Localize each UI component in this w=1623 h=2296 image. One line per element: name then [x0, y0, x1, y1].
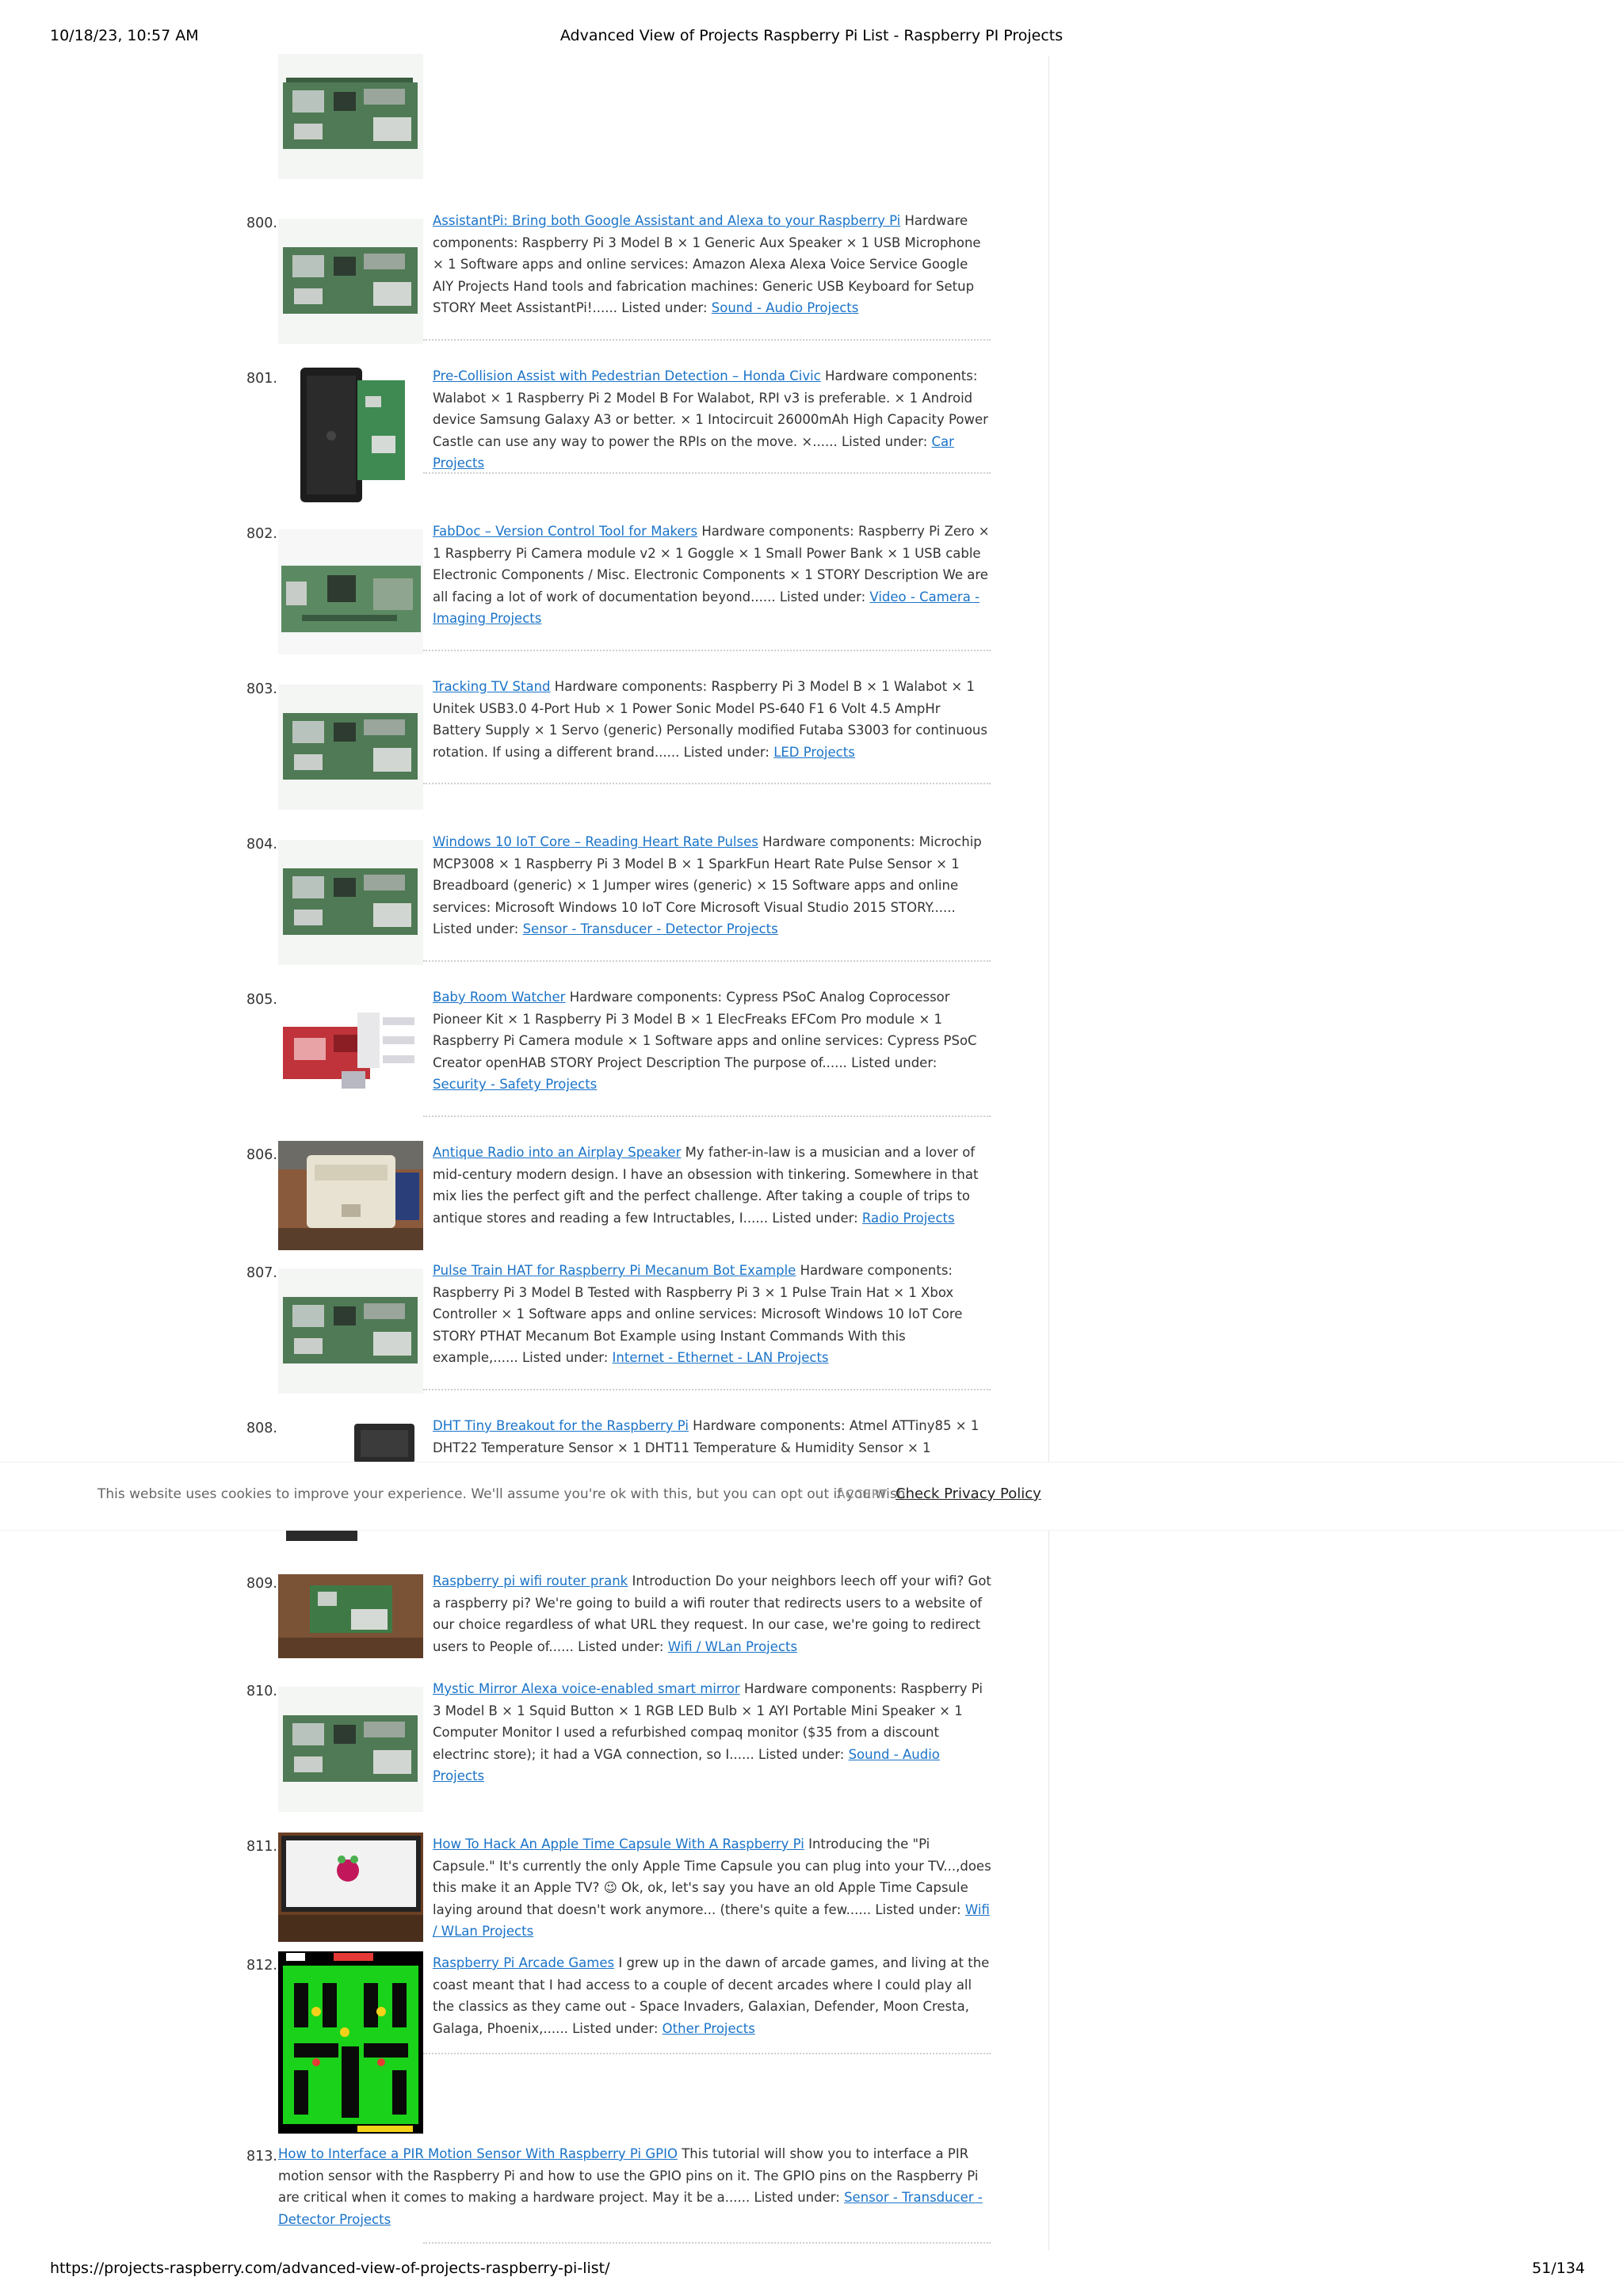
- item-separator: [423, 1389, 991, 1390]
- item-number: 812.: [246, 1958, 277, 1974]
- category-link[interactable]: Sound - Audio Projects: [712, 300, 859, 315]
- item-text: How to Interface a PIR Motion Sensor Wit…: [278, 2143, 995, 2230]
- item-separator: [423, 960, 991, 962]
- project-thumbnail[interactable]: [278, 1141, 423, 1250]
- listed-label: Listed under:: [433, 921, 519, 937]
- print-header: 10/18/23, 10:57 AM Advanced View of Proj…: [0, 27, 1623, 48]
- project-link[interactable]: How To Hack An Apple Time Capsule With A…: [433, 1836, 804, 1852]
- item-number: 811.: [246, 1839, 277, 1855]
- project-link[interactable]: Pulse Train HAT for Raspberry Pi Mecanum…: [433, 1263, 796, 1278]
- listed-label: Listed under:: [875, 1901, 961, 1917]
- project-link[interactable]: Baby Room Watcher: [433, 990, 565, 1005]
- item-separator: [423, 650, 991, 651]
- project-thumbnail[interactable]: [278, 1268, 423, 1394]
- item-text: Antique Radio into an Airplay Speaker My…: [433, 1142, 992, 1229]
- listed-label: Listed under:: [578, 1638, 664, 1654]
- print-url: https://projects-raspberry.com/advanced-…: [50, 2260, 610, 2277]
- project-thumbnail[interactable]: [278, 1687, 423, 1812]
- item-number: 808.: [246, 1421, 277, 1436]
- project-link[interactable]: How to Interface a PIR Motion Sensor Wit…: [278, 2146, 678, 2161]
- item-number: 804.: [246, 837, 277, 852]
- project-link[interactable]: Raspberry Pi Arcade Games: [433, 1955, 614, 1970]
- project-link[interactable]: Windows 10 IoT Core – Reading Heart Rate…: [433, 834, 758, 849]
- project-thumbnail[interactable]: [278, 219, 423, 344]
- project-thumbnail[interactable]: [278, 1833, 423, 1942]
- item-number: 806.: [246, 1147, 277, 1163]
- item-number: 801.: [246, 371, 277, 387]
- item-text: AssistantPi: Bring both Google Assistant…: [433, 210, 992, 319]
- item-text: Mystic Mirror Alexa voice-enabled smart …: [433, 1678, 992, 1787]
- cookie-message: This website uses cookies to improve you…: [97, 1486, 910, 1502]
- category-link[interactable]: Other Projects: [663, 2021, 755, 2036]
- listed-label: Listed under:: [772, 1210, 858, 1226]
- item-separator: [423, 339, 991, 341]
- item-text: Tracking TV Stand Hardware components: R…: [433, 676, 992, 763]
- item-number: 810.: [246, 1684, 277, 1699]
- item-number: 809.: [246, 1576, 277, 1592]
- project-link[interactable]: Antique Radio into an Airplay Speaker: [433, 1145, 681, 1160]
- item-text: Windows 10 IoT Core – Reading Heart Rate…: [433, 831, 992, 940]
- item-text: How To Hack An Apple Time Capsule With A…: [433, 1833, 992, 1943]
- project-link[interactable]: Pre-Collision Assist with Pedestrian Det…: [433, 368, 821, 383]
- category-link[interactable]: Radio Projects: [862, 1211, 955, 1226]
- item-text: Raspberry Pi Arcade Games I grew up in t…: [433, 1952, 992, 2039]
- project-link[interactable]: AssistantPi: Bring both Google Assistant…: [433, 213, 900, 228]
- category-link[interactable]: Sensor - Transducer - Detector Projects: [523, 921, 778, 936]
- category-link[interactable]: Wifi / WLan Projects: [668, 1639, 797, 1654]
- item-number: 800.: [246, 215, 277, 231]
- item-number: 803.: [246, 681, 277, 697]
- category-link[interactable]: Internet - Ethernet - LAN Projects: [613, 1350, 829, 1365]
- item-text: FabDoc – Version Control Tool for Makers…: [433, 521, 992, 630]
- category-link[interactable]: Security - Safety Projects: [433, 1077, 597, 1092]
- listed-label: Listed under:: [758, 1746, 845, 1762]
- item-number: 802.: [246, 526, 277, 542]
- project-link[interactable]: FabDoc – Version Control Tool for Makers: [433, 524, 697, 539]
- project-thumbnail[interactable]: [278, 364, 423, 507]
- item-text: Pulse Train HAT for Raspberry Pi Mecanum…: [433, 1260, 992, 1369]
- project-thumbnail[interactable]: [278, 1574, 423, 1658]
- project-link[interactable]: Tracking TV Stand: [433, 679, 551, 694]
- item-separator: [423, 2242, 991, 2244]
- project-link[interactable]: DHT Tiny Breakout for the Raspberry Pi: [433, 1418, 689, 1433]
- listed-label: Listed under:: [754, 2190, 840, 2206]
- privacy-policy-link[interactable]: Check Privacy Policy: [896, 1486, 1041, 1502]
- cookie-accept-button[interactable]: ACCEPT: [837, 1487, 888, 1501]
- item-text: Raspberry pi wifi router prank Introduct…: [433, 1570, 992, 1657]
- item-number: 807.: [246, 1265, 277, 1281]
- project-thumbnail[interactable]: [278, 529, 423, 654]
- listed-label: Listed under:: [572, 2020, 659, 2036]
- print-title: Advanced View of Projects Raspberry Pi L…: [559, 27, 1064, 44]
- project-link[interactable]: Raspberry pi wifi router prank: [433, 1573, 628, 1589]
- project-link[interactable]: Mystic Mirror Alexa voice-enabled smart …: [433, 1681, 740, 1696]
- listed-label: Listed under:: [621, 300, 708, 316]
- category-link[interactable]: LED Projects: [773, 745, 855, 760]
- project-thumbnail[interactable]: [278, 840, 423, 965]
- project-thumbnail[interactable]: [278, 54, 423, 179]
- item-separator: [423, 1116, 991, 1117]
- print-page-number: 51/134: [1532, 2260, 1585, 2277]
- print-footer: https://projects-raspberry.com/advanced-…: [0, 2260, 1623, 2280]
- item-separator: [423, 472, 991, 474]
- listed-label: Listed under:: [683, 744, 769, 760]
- project-thumbnail[interactable]: [278, 995, 423, 1120]
- item-text: Pre-Collision Assist with Pedestrian Det…: [433, 365, 992, 475]
- item-number: 805.: [246, 992, 277, 1008]
- listed-label: Listed under:: [841, 433, 928, 449]
- listed-label: Listed under:: [521, 1350, 609, 1366]
- listed-label: Listed under:: [779, 589, 866, 605]
- item-text: Baby Room Watcher Hardware components: C…: [433, 986, 992, 1096]
- sidebar-divider: [1048, 55, 1049, 2250]
- item-separator: [423, 2053, 991, 2054]
- cookie-banner: This website uses cookies to improve you…: [0, 1462, 1623, 1531]
- project-thumbnail[interactable]: [278, 1951, 423, 2134]
- item-number: 813.: [246, 2149, 277, 2164]
- item-separator: [423, 783, 991, 784]
- project-thumbnail[interactable]: [278, 685, 423, 810]
- listed-label: Listed under:: [851, 1055, 938, 1070]
